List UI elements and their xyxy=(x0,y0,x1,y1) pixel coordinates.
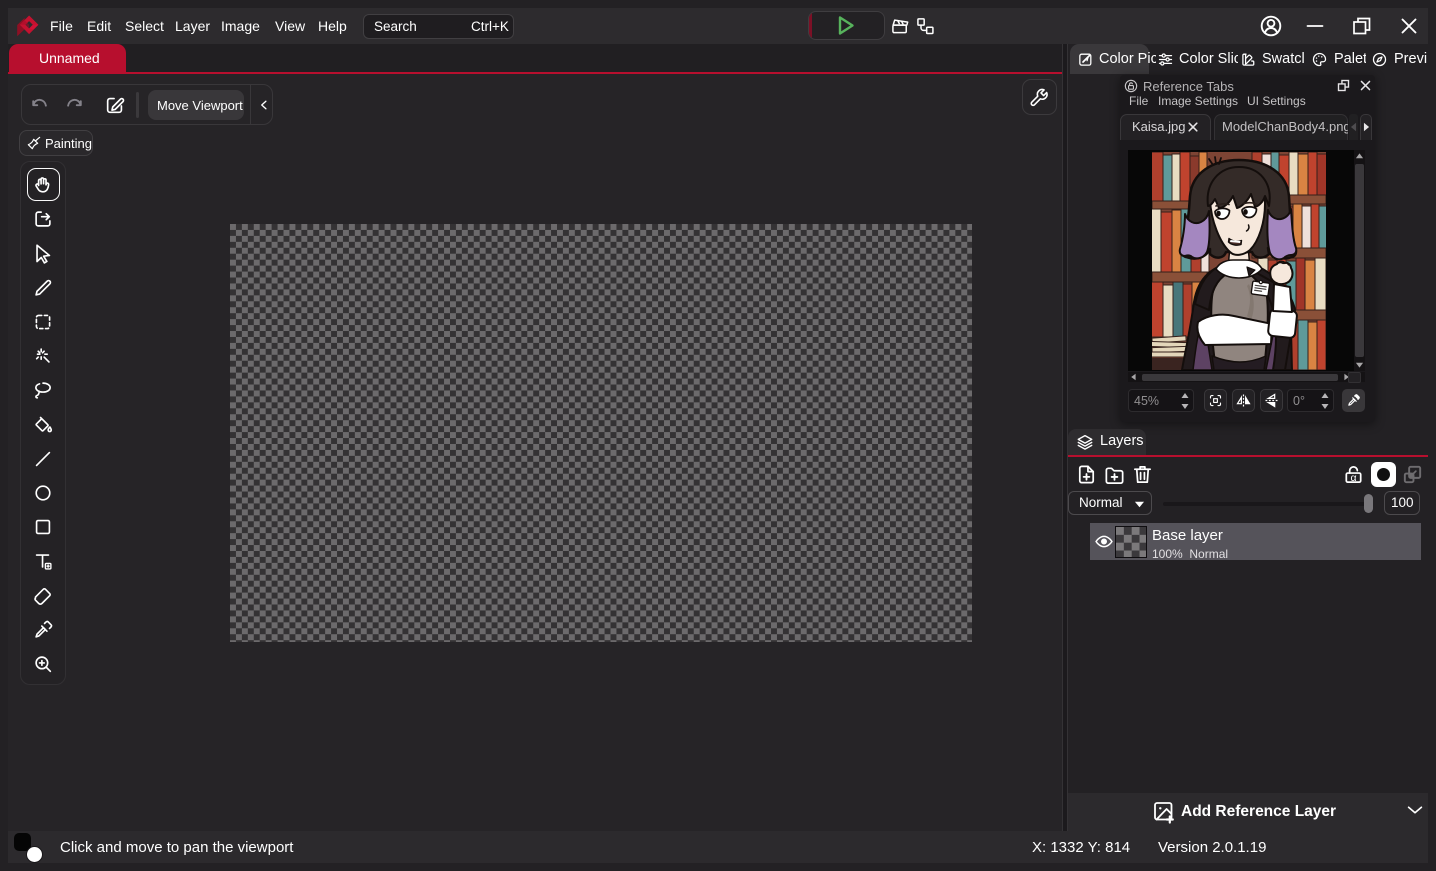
svg-text:α: α xyxy=(1350,472,1356,484)
